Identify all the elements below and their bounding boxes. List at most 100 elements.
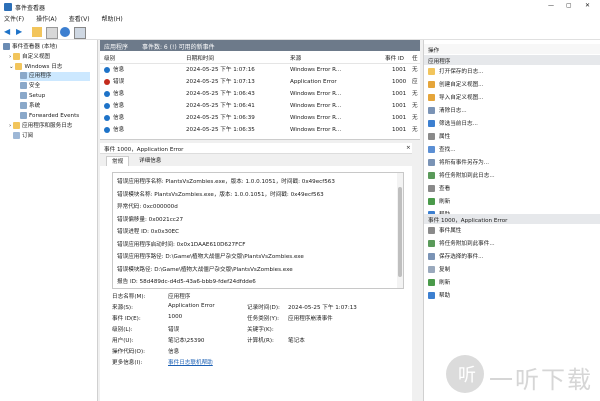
- chevron-right-icon[interactable]: ›: [9, 123, 11, 129]
- actions-title: 操作: [424, 44, 600, 54]
- column-event-id[interactable]: 事件 ID: [385, 54, 404, 62]
- tree-node-windows-logs[interactable]: ⌄ Windows 日志: [9, 63, 62, 72]
- message-scrollbar[interactable]: [397, 173, 403, 288]
- message-line: 错误模块名称: PlantsVsZombies.exe，版本: 1.0.0.10…: [117, 191, 324, 198]
- chevron-down-icon[interactable]: ⌄: [9, 64, 14, 70]
- action-item[interactable]: 将任务附加到此事件...: [428, 239, 495, 249]
- row-datetime: 2024-05-25 下午 1:06:39: [186, 115, 255, 121]
- action-item[interactable]: 导入自定义视图...: [428, 93, 484, 103]
- row-source: Windows Error R...: [290, 115, 342, 121]
- action-item[interactable]: 创建自定义视图...: [428, 80, 484, 90]
- action-item[interactable]: 查找...: [428, 145, 456, 155]
- row-level: 错误: [113, 79, 125, 85]
- column-source[interactable]: 来源: [290, 54, 301, 62]
- menu-file[interactable]: 文件(F): [4, 14, 24, 25]
- label-keywords: 关键字(K):: [247, 327, 274, 333]
- tree-node-forwarded-events[interactable]: Forwarded Events: [20, 112, 79, 121]
- actions-section-event[interactable]: 事件 1000，Application Error: [424, 214, 600, 224]
- minimize-icon[interactable]: —: [548, 2, 554, 9]
- action-label: 筛选当前日志...: [439, 121, 478, 127]
- table-row[interactable]: 信息 2024-05-25 下午 1:06:43 Windows Error R..…: [100, 89, 420, 99]
- task-icon: [428, 240, 435, 247]
- menu-action[interactable]: 操作(A): [36, 14, 57, 25]
- row-datetime: 2024-05-25 下午 1:06:43: [186, 91, 255, 97]
- table-row[interactable]: 信息 2024-05-25 下午 1:06:41 Windows Error R..…: [100, 101, 420, 111]
- properties-icon[interactable]: [46, 27, 58, 39]
- view-icon[interactable]: [74, 27, 86, 39]
- help-icon[interactable]: [60, 27, 70, 37]
- tree-node-application[interactable]: 应用程序: [20, 72, 90, 81]
- event-list: 级别 日期和时间 来源 事件 ID 任 信息 2024-05-25 下午 1:07…: [100, 51, 420, 140]
- tree-node-security[interactable]: 安全: [20, 82, 40, 91]
- table-row[interactable]: 信息 2024-05-25 下午 1:07:16 Windows Error R..…: [100, 65, 420, 75]
- tree-node-subscriptions[interactable]: 订阅: [13, 132, 33, 141]
- properties-icon: [428, 227, 435, 234]
- log-icon: [20, 82, 27, 89]
- column-level[interactable]: 级别: [104, 54, 115, 62]
- menu-help[interactable]: 帮助(H): [102, 14, 123, 25]
- action-item[interactable]: 将所有事件另存为...: [428, 158, 489, 168]
- log-icon: [20, 72, 27, 79]
- task-icon: [428, 172, 435, 179]
- row-task: 无: [412, 103, 418, 109]
- action-label: 刷新: [439, 199, 451, 205]
- refresh-icon: [428, 279, 435, 286]
- action-item[interactable]: 属性: [428, 132, 450, 142]
- value-level: 错误: [168, 327, 180, 333]
- label-recorded: 记录时间(D):: [247, 305, 280, 311]
- action-item[interactable]: 复制: [428, 265, 450, 275]
- close-icon[interactable]: ×: [406, 145, 411, 151]
- action-item[interactable]: 刷新: [428, 278, 450, 288]
- table-row[interactable]: 信息 2024-05-25 下午 1:06:35 Windows Error R..…: [100, 125, 420, 135]
- label-log-name: 日志名称(M):: [112, 294, 146, 300]
- forward-arrow-icon[interactable]: ▶: [16, 27, 26, 37]
- maximize-icon[interactable]: ▢: [566, 2, 572, 9]
- log-icon: [20, 112, 27, 119]
- tree-node-app-service-logs[interactable]: › 应用程序和服务日志: [9, 122, 72, 131]
- tree-node-custom-views[interactable]: › 自定义视图: [9, 53, 50, 62]
- action-item[interactable]: 清除日志...: [428, 106, 467, 116]
- tree-node-root[interactable]: 事件查看器 (本地): [3, 43, 57, 52]
- detail-scrollbar[interactable]: [412, 143, 420, 401]
- svg-text:听: 听: [458, 365, 476, 386]
- watermark-text: 一听下载: [489, 366, 593, 394]
- folder-icon: [428, 68, 435, 75]
- value-log-name: 应用程序: [168, 294, 191, 300]
- action-item[interactable]: 保存选择的事件...: [428, 252, 484, 262]
- tree-node-setup[interactable]: Setup: [20, 92, 45, 101]
- action-item[interactable]: 打开保存的日志...: [428, 67, 484, 77]
- actions-section-app[interactable]: 应用程序: [424, 55, 600, 65]
- value-task: 应用程序崩溃事件: [288, 316, 333, 322]
- action-item[interactable]: 刷新: [428, 197, 450, 207]
- message-line: 错误模块路径: D:\Game\植物大战僵尸杂交版\PlantsVsZombie…: [117, 266, 293, 273]
- action-item[interactable]: 事件属性: [428, 226, 461, 236]
- back-arrow-icon[interactable]: ◀: [4, 27, 14, 37]
- action-item[interactable]: 查看: [428, 184, 450, 194]
- action-item[interactable]: 筛选当前日志...: [428, 119, 478, 129]
- online-help-link[interactable]: 事件日志联机帮助: [168, 358, 213, 366]
- actions-pane: 操作 应用程序 打开保存的日志... 创建自定义视图... 导入自定义视图... 清除…: [423, 40, 600, 401]
- event-detail-body: 错误应用程序名称: PlantsVsZombies.exe，版本: 1.0.0.…: [100, 166, 420, 401]
- action-item[interactable]: 帮助: [428, 291, 450, 301]
- label-more-info: 更多信息(I):: [112, 360, 143, 366]
- action-item[interactable]: 将任务附加到此日志...: [428, 171, 495, 181]
- column-datetime[interactable]: 日期和时间: [186, 54, 214, 62]
- column-task[interactable]: 任: [412, 54, 418, 62]
- scrollbar-thumb[interactable]: [398, 187, 402, 277]
- search-icon: [428, 146, 435, 153]
- message-line: 错误进程 ID: 0x0x30EC: [117, 229, 180, 235]
- event-message[interactable]: 错误应用程序名称: PlantsVsZombies.exe，版本: 1.0.0.…: [112, 172, 404, 289]
- table-row[interactable]: 信息 2024-05-25 下午 1:06:39 Windows Error R..…: [100, 113, 420, 123]
- action-label: 事件属性: [439, 228, 462, 234]
- row-source: Windows Error R...: [290, 127, 342, 133]
- menu-view[interactable]: 查看(V): [69, 14, 90, 25]
- tab-details[interactable]: 详细信息: [134, 156, 166, 166]
- table-row[interactable]: 错误 2024-05-25 下午 1:07:13 Application Error…: [100, 77, 420, 87]
- chevron-right-icon[interactable]: ›: [9, 54, 11, 60]
- folder-icon[interactable]: [32, 27, 42, 37]
- row-level: 信息: [113, 67, 125, 73]
- tree-node-system[interactable]: 系统: [20, 102, 40, 111]
- close-icon[interactable]: ✕: [585, 2, 590, 9]
- save-icon: [428, 253, 435, 260]
- row-task: 无: [412, 91, 418, 97]
